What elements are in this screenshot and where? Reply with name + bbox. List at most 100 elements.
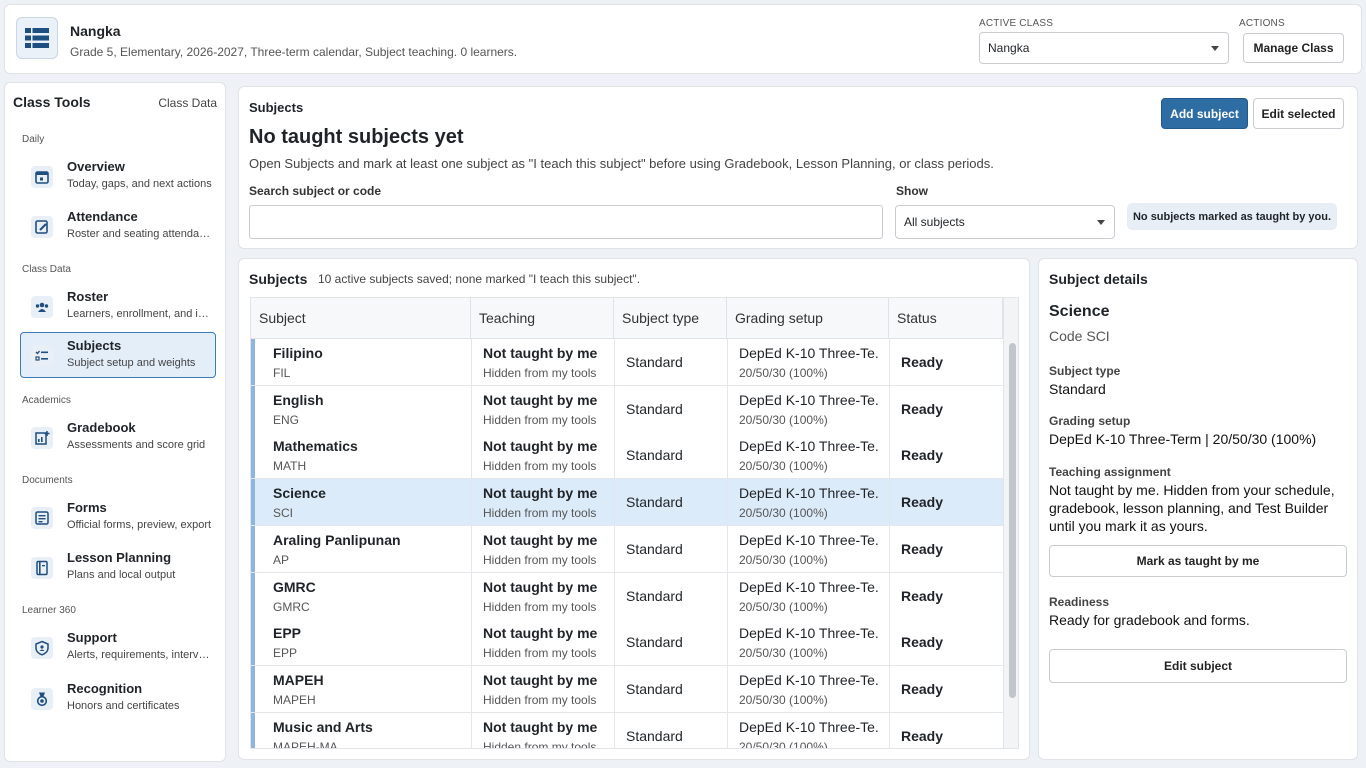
section-label: Subjects: [249, 100, 304, 115]
cell-divider: [614, 432, 615, 479]
column-header-grading-setup[interactable]: Grading setup: [727, 298, 889, 339]
chevron-down-icon: [1097, 220, 1105, 225]
scrollbar-thumb[interactable]: [1009, 343, 1016, 698]
subjects-toolbar-panel: Subjects No taught subjects yet Open Sub…: [238, 86, 1358, 249]
column-header-status[interactable]: Status: [889, 298, 1003, 339]
column-header-subject[interactable]: Subject: [251, 298, 471, 339]
edit-selected-button[interactable]: Edit selected: [1253, 98, 1344, 129]
subject-type: Standard: [626, 540, 683, 557]
subjects-list-panel: Subjects 10 active subjects saved; none …: [238, 258, 1030, 760]
sidebar-item-desc: Learners, enrollment, and imports: [67, 308, 213, 320]
subject-code: AP: [273, 552, 290, 567]
table-scrollbar[interactable]: [1003, 298, 1018, 748]
sidebar-item-roster[interactable]: Roster Learners, enrollment, and imports: [20, 283, 216, 329]
subject-code: GMRC: [273, 599, 310, 614]
subject-name: MAPEH: [273, 671, 324, 688]
readiness-label: Readiness: [1049, 595, 1110, 609]
cell-divider: [889, 619, 890, 666]
sidebar-item-desc: Roster and seating attendance: [67, 228, 213, 240]
status-text: Ready: [901, 587, 944, 604]
grading-weights: 20/50/30 (100%): [739, 459, 828, 474]
status-text: Ready: [901, 540, 944, 557]
row-accent-bar: [251, 665, 255, 712]
sidebar-item-desc: Today, gaps, and next actions: [67, 178, 212, 190]
table-row[interactable]: Filipino FIL Not taught by me Hidden from m…: [251, 339, 1003, 386]
status-text: Ready: [901, 354, 944, 370]
active-class-select[interactable]: Nangka: [979, 32, 1229, 64]
sidebar-item-label: Forms: [67, 500, 107, 515]
search-input[interactable]: [249, 205, 883, 239]
column-header-teaching[interactable]: Teaching: [471, 298, 614, 339]
grading-weights: 20/50/30 (100%): [739, 599, 828, 614]
subject-name: Mathematics: [273, 438, 358, 455]
cell-divider: [727, 339, 728, 385]
sidebar-item-forms[interactable]: Forms Official forms, preview, export: [20, 494, 216, 540]
sidebar-item-recognition[interactable]: Recognition Honors and certificates: [20, 675, 216, 721]
grading-setup: DepEd K-10 Three-Te...: [739, 625, 879, 642]
table-row[interactable]: EPP EPP Not taught by me Hidden from my too…: [251, 619, 1003, 667]
status-text: Ready: [901, 494, 944, 511]
subjects-table: Subject Teaching Subject type Grading se…: [250, 297, 1019, 749]
teaching-status: Not taught by me: [483, 485, 598, 502]
cell-divider: [889, 432, 890, 479]
table-row[interactable]: Science SCI Not taught by me Hidden from my…: [251, 479, 1003, 527]
sidebar-item-label: Recognition: [67, 681, 143, 696]
status-text: Ready: [901, 680, 944, 697]
table-row[interactable]: Music and Arts MAPEH-MA Not taught by me Hi…: [251, 712, 1003, 749]
show-filter-value: All subjects: [904, 215, 965, 229]
sidebar-title: Class Tools: [13, 94, 91, 110]
row-accent-bar: [251, 479, 255, 526]
sidebar-item-overview[interactable]: Overview Today, gaps, and next actions: [20, 153, 216, 199]
column-header-subject-type[interactable]: Subject type: [614, 298, 727, 339]
table-row[interactable]: GMRC GMRC Not taught by me Hidden from my t…: [251, 572, 1003, 620]
details-subject-code: Code SCI: [1049, 328, 1110, 344]
subject-name: GMRC: [273, 578, 316, 595]
teaching-note: Hidden from my tools: [483, 506, 597, 521]
edit-subject-button[interactable]: Edit subject: [1049, 649, 1347, 683]
cell-divider: [614, 665, 615, 712]
sidebar-item-support[interactable]: Support Alerts, requirements, interventi…: [20, 624, 216, 670]
form-icon: [31, 507, 53, 529]
row-accent-bar: [251, 385, 255, 432]
table-row[interactable]: MAPEH MAPEH Not taught by me Hidden from my…: [251, 665, 1003, 713]
subject-type: Standard: [626, 727, 683, 744]
teaching-note: Hidden from my tools: [483, 692, 597, 707]
grading-setup: DepEd K-10 Three-Te...: [739, 391, 879, 408]
cell-divider: [889, 665, 890, 712]
teaching-note: Hidden from my tools: [483, 412, 597, 427]
class-data-link[interactable]: Class Data: [158, 96, 217, 110]
table-row[interactable]: English ENG Not taught by me Hidden from my…: [251, 385, 1003, 433]
show-filter-select[interactable]: All subjects: [895, 205, 1115, 239]
cell-divider: [471, 432, 472, 479]
sidebar-item-subjects[interactable]: Subjects Subject setup and weights: [20, 332, 216, 378]
subject-code: MAPEH-MA: [273, 739, 338, 749]
active-class-label: ACTIVE CLASS: [979, 18, 1054, 29]
grading-setup: DepEd K-10 Three-Te...: [739, 671, 879, 688]
subject-name: Filipino: [273, 345, 323, 361]
teaching-status: Not taught by me: [483, 625, 598, 642]
manage-class-button[interactable]: Manage Class: [1243, 33, 1344, 63]
table-row[interactable]: Mathematics MATH Not taught by me Hidden fr…: [251, 432, 1003, 480]
sidebar-item-label: Overview: [67, 159, 125, 174]
sidebar-item-label: Lesson Planning: [67, 550, 172, 565]
table-row[interactable]: Araling Panlipunan AP Not taught by me Hidd…: [251, 525, 1003, 573]
grading-weights: 20/50/30 (100%): [739, 739, 828, 749]
type-value: Standard: [1049, 381, 1106, 397]
grading-value: DepEd K-10 Three-Term | 20/50/30 (100%): [1049, 431, 1317, 447]
teaching-status: Not taught by me: [483, 345, 598, 361]
add-subject-button[interactable]: Add subject: [1161, 98, 1248, 129]
mark-as-taught-button[interactable]: Mark as taught by me: [1049, 545, 1347, 577]
chevron-down-icon: [1211, 46, 1219, 51]
sidebar-item-attendance[interactable]: Attendance Roster and seating attendance: [20, 203, 216, 249]
sidebar-item-label: Gradebook: [67, 420, 136, 435]
subject-name: English: [273, 391, 324, 408]
cell-divider: [614, 525, 615, 572]
sidebar-item-lesson-planning[interactable]: Lesson Planning Plans and local output: [20, 544, 216, 590]
table-header: Subject Teaching Subject type Grading se…: [251, 298, 1003, 339]
sidebar-item-label: Subjects: [67, 338, 122, 353]
table-list-icon: [16, 17, 58, 59]
cell-divider: [727, 619, 728, 666]
sidebar-item-gradebook[interactable]: Gradebook Assessments and score grid: [20, 414, 216, 460]
status-text: Ready: [901, 634, 944, 651]
notebook-icon: [31, 557, 53, 579]
